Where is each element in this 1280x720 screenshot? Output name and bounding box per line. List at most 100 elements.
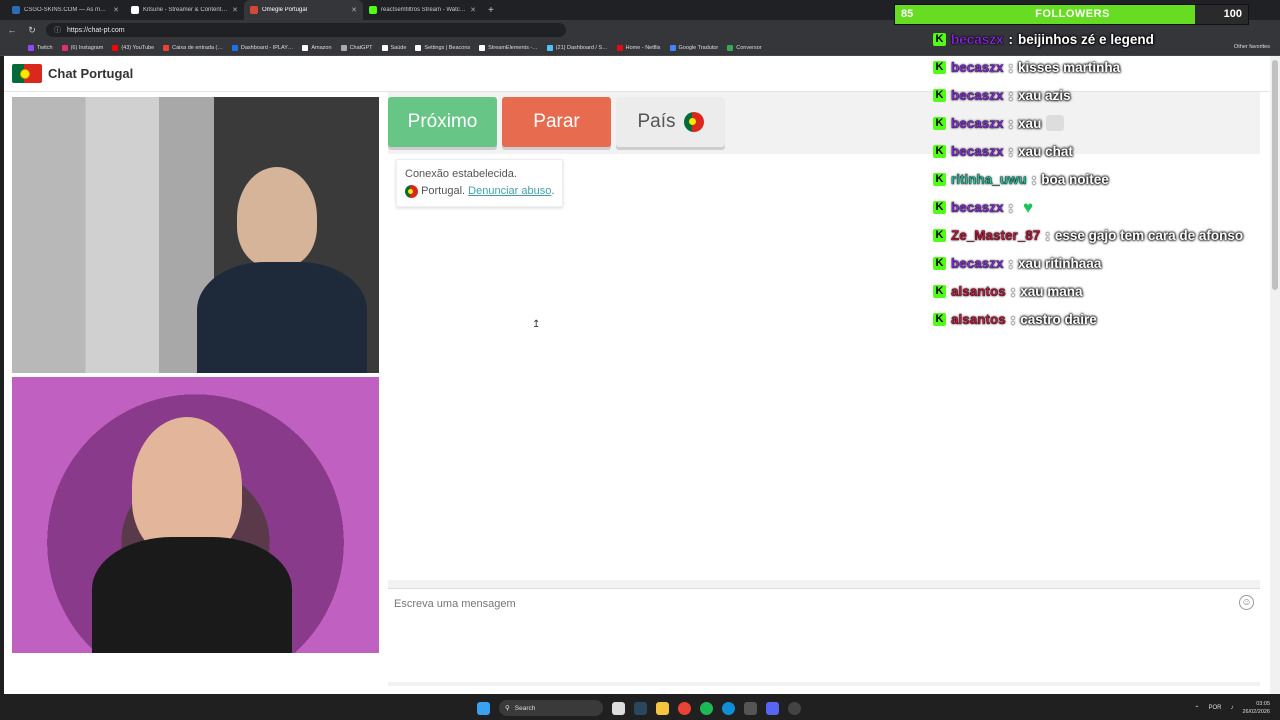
bookmark-favicon-icon <box>340 44 347 51</box>
task-view-icon[interactable] <box>612 701 625 715</box>
bookmark-favicon-icon <box>669 44 676 51</box>
portugal-flag-icon <box>683 112 704 132</box>
back-icon[interactable]: ← <box>6 25 18 35</box>
bookmark-item[interactable]: Amazon <box>302 44 332 51</box>
bookmark-item[interactable]: Conversor <box>727 44 762 51</box>
bookmark-favicon-icon <box>616 44 623 51</box>
reload-icon[interactable]: ↻ <box>26 25 38 36</box>
emoji-icon[interactable]: ☺ <box>1239 595 1254 610</box>
browser-tab[interactable]: Kitsune - Streamer & Content Cre… ✕ <box>125 0 244 20</box>
close-icon[interactable]: ✕ <box>232 6 238 14</box>
new-tab-icon[interactable]: + <box>482 5 500 16</box>
chat-username: becaszx <box>951 59 1004 75</box>
bookmark-item[interactable]: Dashboard - IPLAY… <box>231 44 294 51</box>
bookmark-item[interactable]: StreamElements -… <box>479 44 538 51</box>
bookmark-item[interactable]: Saúde <box>381 44 407 51</box>
bookmark-item[interactable]: Google Tradutor <box>669 44 719 51</box>
overlay-chat-message: Kbecaszx: beijinhos zé e legend <box>933 25 1273 53</box>
chat-separator: : <box>1008 143 1014 159</box>
message-box: ☺ <box>388 588 1260 682</box>
close-icon[interactable]: ✕ <box>470 6 476 14</box>
bookmark-item[interactable]: (43) YouTube <box>112 44 155 51</box>
bookmark-item[interactable]: ChatGPT <box>340 44 373 51</box>
bookmark-label: (21) Dashboard / S… <box>555 44 608 51</box>
bookmark-label: Caixa de entrada (… <box>172 44 223 51</box>
bookmark-item[interactable]: (21) Dashboard / S… <box>546 44 608 51</box>
message-input[interactable] <box>394 594 1214 614</box>
chat-username: becaszx <box>951 199 1004 215</box>
chat-text: xau chat <box>1018 143 1073 159</box>
country-button[interactable]: País <box>616 97 725 147</box>
bookmark-label: Dashboard - IPLAY… <box>240 44 294 51</box>
close-icon[interactable]: ✕ <box>351 6 357 14</box>
url-text: https://chat-pt.com <box>67 26 125 34</box>
tab-label: reactsemfiltros Stream - Watch Li… <box>381 7 467 13</box>
volume-icon[interactable]: ♪ <box>1230 705 1233 711</box>
chat-username: alsantos <box>951 283 1006 299</box>
bookmark-label: Home - Netflix <box>625 44 661 51</box>
windows-start-icon[interactable] <box>477 701 490 715</box>
portugal-flag-icon <box>405 184 418 198</box>
overlay-chat-message: Kritinha_uwu: boa noitee <box>933 165 1273 193</box>
discord-icon[interactable] <box>766 701 779 715</box>
clock[interactable]: 03:05 26/02/2026 <box>1242 700 1270 716</box>
edge-icon[interactable] <box>722 701 735 715</box>
stop-button[interactable]: Parar <box>502 97 611 147</box>
followers-goal: 100 <box>1223 8 1242 20</box>
connection-status: Conexão estabelecida. <box>405 168 517 180</box>
kick-badge-icon: K <box>933 32 946 46</box>
chat-text: xau azis <box>1018 87 1071 103</box>
chat-separator: : <box>1010 283 1016 299</box>
chat-separator: : <box>1008 115 1014 131</box>
overlay-chat-message: Kbecaszx: xau azis <box>933 81 1273 109</box>
clock-date: 26/02/2026 <box>1242 709 1270 715</box>
obs-icon[interactable] <box>788 701 801 715</box>
chat-username: Ze_Master_87 <box>951 227 1041 243</box>
close-icon[interactable]: ✕ <box>113 6 119 14</box>
spotify-icon[interactable] <box>700 701 713 715</box>
bookmark-item[interactable]: Settings | Beacons <box>415 44 470 51</box>
bookmark-item[interactable]: Caixa de entrada (… <box>163 44 223 51</box>
url-field[interactable]: ⓘ https://chat-pt.com <box>46 23 566 37</box>
next-button[interactable]: Próximo <box>388 97 497 147</box>
browser-tab[interactable]: Omegle Portugal ✕ <box>244 0 363 20</box>
tab-label: Kitsune - Streamer & Content Cre… <box>143 7 228 13</box>
bookmark-label: StreamElements -… <box>488 44 538 51</box>
bookmark-favicon-icon <box>302 44 309 51</box>
kick-badge-icon: K <box>933 116 946 130</box>
site-title: Chat Portugal <box>48 66 134 81</box>
chat-username: becaszx <box>951 143 1004 159</box>
steam-icon[interactable] <box>634 701 647 715</box>
bookmark-label: (6) Instagram <box>70 44 104 51</box>
taskbar-apps: ⚲ Search <box>477 700 801 716</box>
kick-badge-icon: K <box>933 284 946 298</box>
followers-label: FOLLOWERS <box>1035 8 1110 20</box>
stream-chat-overlay: Kbecaszx: beijinhos zé e legend Kbecaszx: k… <box>933 25 1273 333</box>
kick-badge-icon: K <box>933 312 946 326</box>
tray-chevron-icon[interactable]: ⌃ <box>1194 705 1199 712</box>
kick-badge-icon: K <box>933 144 946 158</box>
chrome-icon[interactable] <box>678 701 691 715</box>
followers-current: 85 <box>901 8 914 20</box>
clock-time: 03:05 <box>1256 701 1270 707</box>
file-explorer-icon[interactable] <box>656 701 669 715</box>
lang-indicator[interactable]: POR <box>1208 705 1221 711</box>
bookmark-label: Google Tradutor <box>678 44 719 51</box>
tab-favicon-icon <box>369 6 377 14</box>
overlay-chat-message: Kbecaszx: xau ritinhaaa <box>933 249 1273 277</box>
bookmark-item[interactable]: Home - Netflix <box>616 44 661 51</box>
report-abuse-link[interactable]: Denunciar abuso <box>468 185 551 197</box>
green-heart-icon: ♥ <box>1023 197 1034 217</box>
bookmark-item[interactable]: (6) Instagram <box>61 44 104 51</box>
site-info-icon[interactable]: ⓘ <box>54 25 61 35</box>
self-video <box>12 377 379 653</box>
search-icon: ⚲ <box>505 705 510 712</box>
followers-goal-bar: FOLLOWERS 85 100 <box>894 4 1249 25</box>
browser-tab[interactable]: reactsemfiltros Stream - Watch Li… ✕ <box>363 0 482 20</box>
bookmark-label: Saúde <box>390 44 407 51</box>
app-icon[interactable] <box>744 701 757 715</box>
bookmark-item[interactable]: Twitch <box>28 44 53 51</box>
bookmark-label: (43) YouTube <box>121 44 155 51</box>
taskbar-search[interactable]: ⚲ Search <box>499 700 603 716</box>
browser-tab[interactable]: CSGO-SKINS.COM — As melhore… ✕ <box>6 0 125 20</box>
